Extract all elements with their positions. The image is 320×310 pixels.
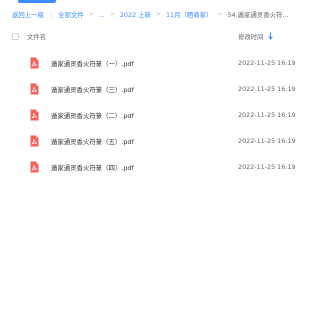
chevron-right-icon: > [109,11,115,18]
column-header-modified-label: 修改时间 [238,32,264,41]
sort-down-icon[interactable] [267,32,273,40]
chevron-right-icon: > [88,11,94,18]
file-modified-time: 2022-11-25 16:19 [238,111,296,119]
breadcrumb-ellipsis[interactable]: ... [99,9,105,21]
breadcrumb-month-folder[interactable]: 11月（晒商家） [166,9,212,21]
breadcrumb-current-folder: 54.遁家通灵香火符... [227,11,289,19]
file-row[interactable]: 遁家通灵香火符篆（四）.pdf 2022-11-25 16:19 [0,154,320,180]
pdf-icon [30,135,39,147]
file-row[interactable]: 遁家通灵香火符篆（三）.pdf 2022-11-25 16:19 [0,76,320,102]
file-modified-time: 2022-11-25 16:19 [238,163,296,171]
back-link[interactable]: 返回上一级 [12,9,44,21]
pdf-icon [30,109,39,121]
pdf-icon [30,83,39,95]
chevron-right-icon: > [155,11,161,18]
file-name-link[interactable]: 遁家通灵香火符篆（四）.pdf [51,163,134,172]
file-row[interactable]: 遁家通灵香火符篆（五）.pdf 2022-11-25 16:19 [0,128,320,154]
file-name-link[interactable]: 遁家通灵香火符篆（一）.pdf [51,59,134,68]
breadcrumb-divider: | [49,11,53,19]
pdf-icon [30,57,39,69]
file-modified-time: 2022-11-25 16:19 [238,137,296,145]
chevron-right-icon: > [217,11,223,18]
file-modified-time: 2022-11-25 16:19 [238,85,296,93]
file-name-link[interactable]: 遁家通灵香火符篆（三）.pdf [51,85,134,94]
breadcrumb: 返回上一级 | 全部文件 > ... > 2022 上新 > 11月（晒商家） … [12,9,316,21]
file-name-link[interactable]: 遁家通灵香火符篆（五）.pdf [51,137,134,146]
breadcrumb-all-files[interactable]: 全部文件 [58,9,84,21]
file-list: 遁家通灵香火符篆（一）.pdf 2022-11-25 16:19 遁家通灵香火符篆（… [0,50,320,180]
active-tab-indicator [18,0,56,3]
breadcrumb-year-folder[interactable]: 2022 上新 [120,9,151,21]
select-all-checkbox[interactable] [12,32,19,40]
column-header-name[interactable]: 文件名 [27,32,46,41]
column-header-modified[interactable]: 修改时间 [238,32,273,41]
file-row[interactable]: 遁家通灵香火符篆（二）.pdf 2022-11-25 16:19 [0,102,320,128]
pdf-icon [30,161,39,173]
file-modified-time: 2022-11-25 16:19 [238,59,296,67]
file-name-link[interactable]: 遁家通灵香火符篆（二）.pdf [51,111,134,120]
file-list-header: 文件名 修改时间 [10,26,320,46]
file-row[interactable]: 遁家通灵香火符篆（一）.pdf 2022-11-25 16:19 [0,50,320,76]
